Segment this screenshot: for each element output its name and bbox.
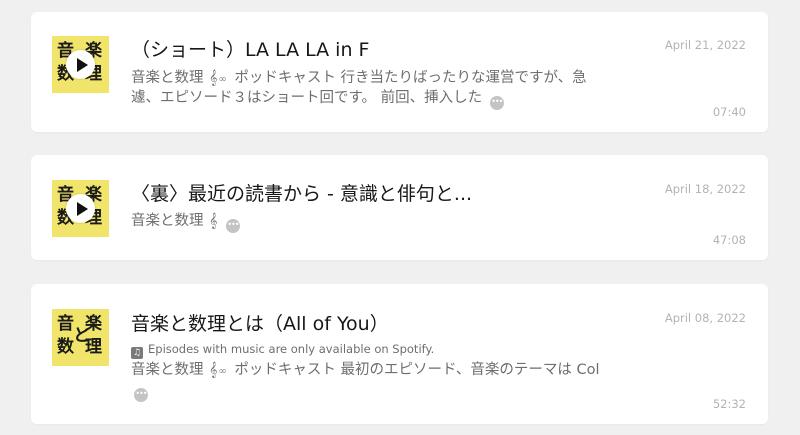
treble-clef-icon: 𝄞 bbox=[209, 70, 218, 86]
play-icon[interactable] bbox=[66, 194, 95, 223]
episode-duration: 52:32 bbox=[712, 397, 746, 411]
infinity-icon: ∞ bbox=[218, 366, 227, 377]
thumbnail-char: 音 bbox=[57, 314, 74, 334]
episode-thumbnail: 音 楽 数 理 と bbox=[52, 309, 109, 366]
episode-title[interactable]: （ショート）LA LA LA in F bbox=[131, 38, 631, 62]
more-icon[interactable]: ••• bbox=[489, 96, 504, 110]
description-text: ポッドキャスト 最初のエピソード、音楽のテーマは Col bbox=[234, 362, 600, 378]
episode-description: 音楽と数理 𝄞∞ ポッドキャスト 最初のエピソード、音楽のテーマは Col ••… bbox=[131, 361, 601, 402]
episode-duration: 07:40 bbox=[712, 105, 746, 119]
description-show-name: 音楽と数理 bbox=[131, 70, 204, 86]
episode-thumbnail[interactable]: 音 楽 数 理 bbox=[52, 180, 109, 237]
episode-thumbnail[interactable]: 音 楽 数 理 bbox=[52, 36, 109, 93]
episode-title[interactable]: 〈裏〉最近の読書から - 意識と俳句と... bbox=[131, 182, 631, 206]
episode-date: April 18, 2022 bbox=[664, 182, 746, 196]
spotify-only-notice: ♫ Episodes with music are only available … bbox=[131, 342, 434, 359]
notice-text: Episodes with music are only available o… bbox=[148, 342, 435, 356]
episode-card[interactable]: 音 楽 数 理 〈裏〉最近の読書から - 意識と俳句と... 音楽と数理 𝄞 •… bbox=[31, 155, 768, 260]
description-show-name: 音楽と数理 bbox=[131, 213, 204, 229]
description-show-name: 音楽と数理 bbox=[131, 362, 204, 378]
episode-card[interactable]: 音 楽 数 理 （ショート）LA LA LA in F 音楽と数理 𝄞∞ ポッド… bbox=[31, 12, 768, 132]
episode-date: April 08, 2022 bbox=[664, 311, 746, 325]
more-icon[interactable]: ••• bbox=[226, 219, 240, 233]
infinity-icon: ∞ bbox=[218, 74, 227, 85]
episode-description: 音楽と数理 𝄞∞ ポッドキャスト 行き当たりばったりな運営ですが、急遽、エピソー… bbox=[131, 69, 601, 110]
episode-description: 音楽と数理 𝄞 ••• bbox=[131, 212, 601, 233]
episode-list: 音 楽 数 理 （ショート）LA LA LA in F 音楽と数理 𝄞∞ ポッド… bbox=[0, 0, 800, 435]
treble-clef-icon: 𝄞 bbox=[209, 213, 218, 229]
thumbnail-char: と bbox=[73, 326, 90, 346]
episode-duration: 47:08 bbox=[712, 233, 746, 247]
music-note-icon: ♫ bbox=[131, 347, 143, 359]
thumbnail-char: 数 bbox=[57, 337, 74, 357]
play-icon[interactable] bbox=[66, 50, 95, 79]
episode-date: April 21, 2022 bbox=[664, 38, 746, 52]
more-icon[interactable]: ••• bbox=[134, 388, 148, 402]
treble-clef-icon: 𝄞 bbox=[209, 362, 218, 378]
episode-title[interactable]: 音楽と数理とは（All of You） bbox=[131, 312, 631, 336]
episode-card[interactable]: 音 楽 数 理 と 音楽と数理とは（All of You） ♫ Episodes … bbox=[31, 284, 768, 424]
